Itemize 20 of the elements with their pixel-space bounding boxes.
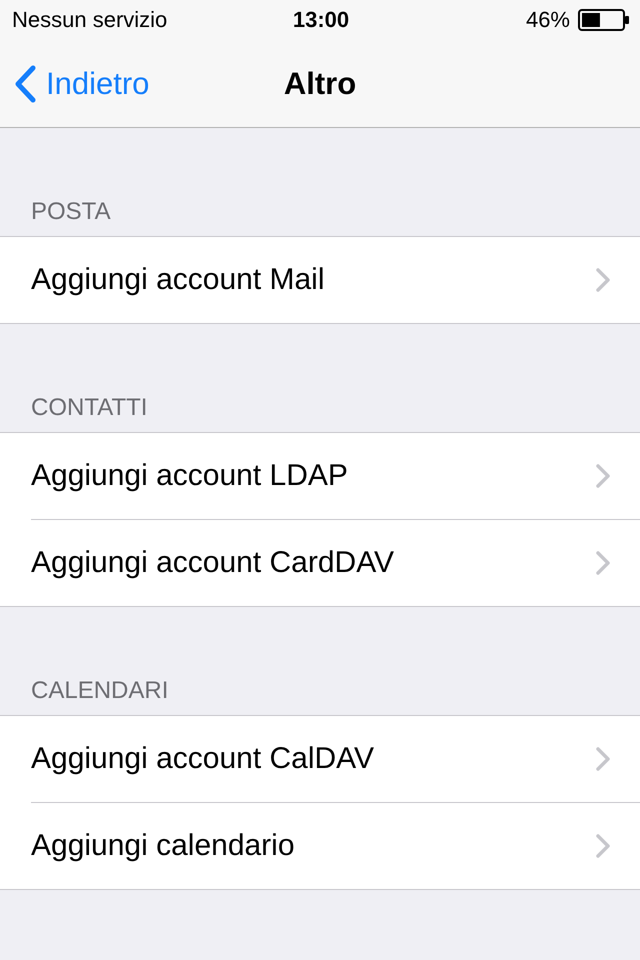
chevron-right-icon bbox=[596, 551, 610, 575]
chevron-right-icon bbox=[596, 268, 610, 292]
section-header: POSTA bbox=[31, 198, 111, 225]
settings-row[interactable]: Aggiungi calendario bbox=[31, 802, 640, 889]
back-button[interactable]: Indietro bbox=[14, 64, 284, 102]
carrier-text: Nessun servizio bbox=[12, 7, 168, 33]
section-header: CALENDARI bbox=[31, 677, 168, 704]
chevron-right-icon bbox=[596, 747, 610, 771]
settings-row[interactable]: Aggiungi account LDAP bbox=[0, 433, 640, 519]
settings-row[interactable]: Aggiungi account CardDAV bbox=[31, 519, 640, 606]
nav-title: Altro bbox=[284, 66, 356, 102]
chevron-right-icon bbox=[596, 464, 610, 488]
settings-row[interactable]: Aggiungi account Mail bbox=[0, 237, 640, 323]
settings-row[interactable]: Aggiungi account CalDAV bbox=[0, 716, 640, 802]
chevron-right-icon bbox=[596, 834, 610, 858]
battery-percentage: 46% bbox=[526, 7, 570, 33]
clock-time: 13:00 bbox=[292, 7, 350, 33]
section-header: CONTATTI bbox=[31, 394, 148, 421]
battery-icon bbox=[578, 9, 630, 31]
chevron-left-icon bbox=[14, 64, 36, 102]
